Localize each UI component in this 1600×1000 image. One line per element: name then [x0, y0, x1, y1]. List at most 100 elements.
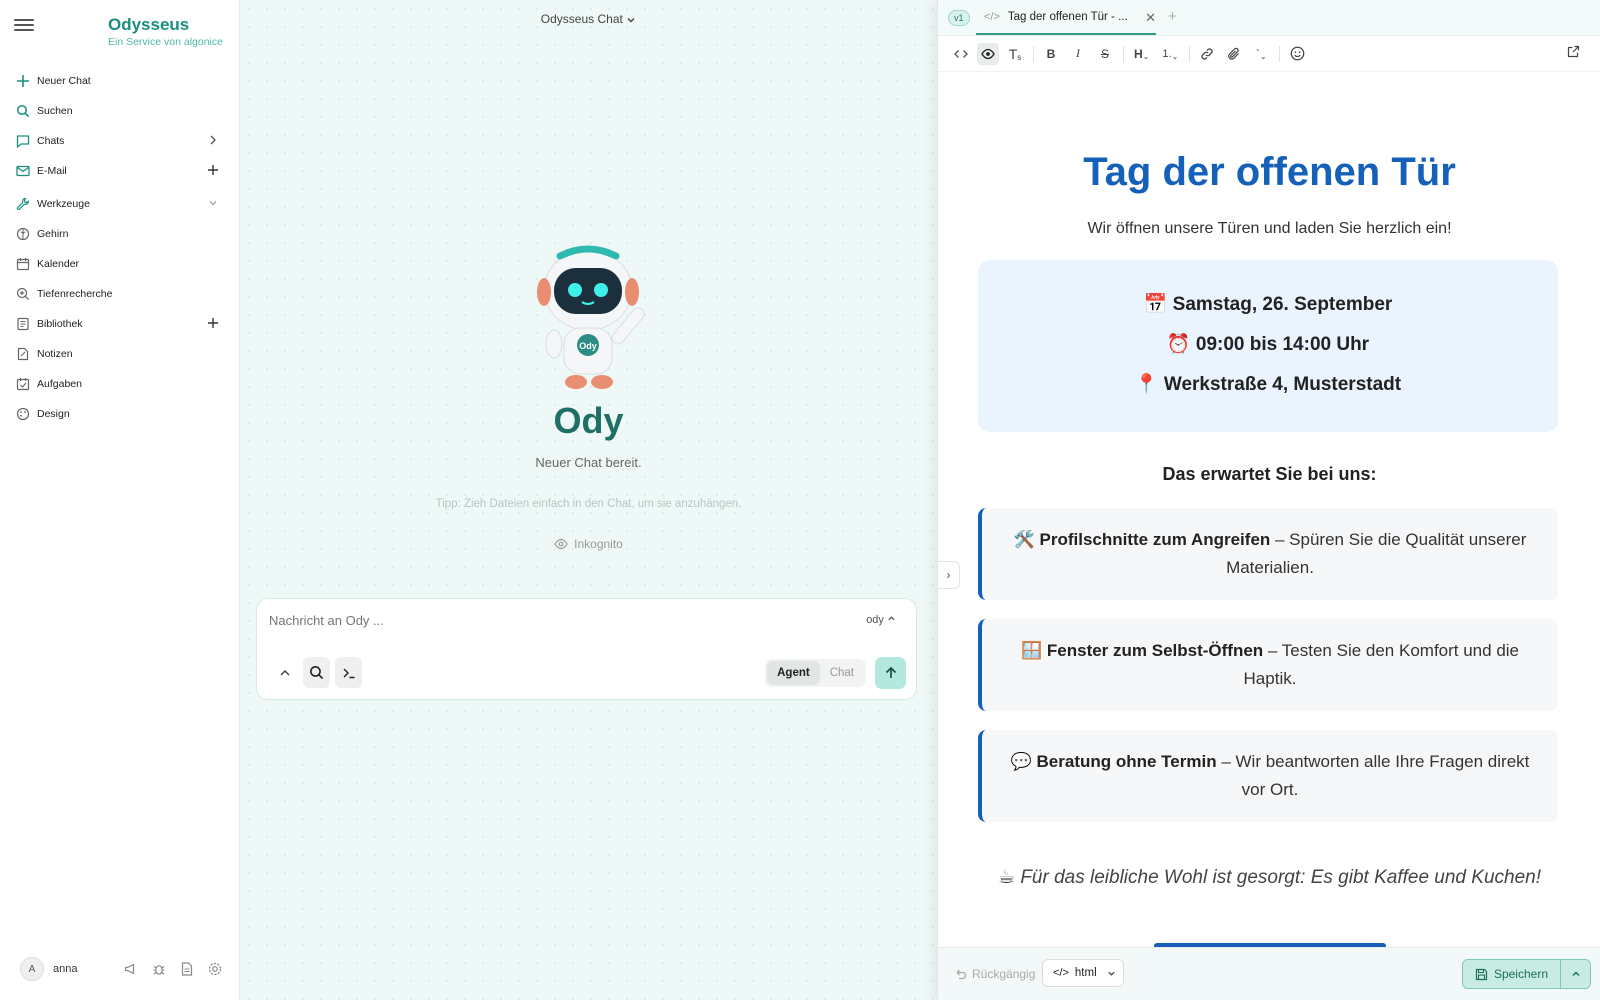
sidebar-item-email[interactable]: E-Mail [0, 156, 239, 186]
send-button[interactable] [875, 657, 906, 689]
pin-emoji-icon: 📍 [1134, 374, 1159, 395]
chevron-down-icon [627, 17, 635, 23]
chevron-down-icon [1107, 971, 1115, 976]
code-icon: </> [984, 10, 1000, 23]
link-icon[interactable] [1196, 43, 1218, 65]
sidebar-item-search[interactable]: Suchen [0, 96, 239, 126]
message-input[interactable] [269, 613, 809, 628]
hamburger-menu-icon[interactable] [14, 16, 34, 36]
code-icon: </> [1053, 967, 1069, 979]
feature-text: – Testen Sie den Komfort und die Haptik. [1243, 641, 1519, 688]
sidebar-item-deep-research[interactable]: Tiefenrecherche [0, 279, 239, 309]
event-info-box: 📅 Samstag, 26. September ⏰ 09:00 bis 14:… [978, 260, 1558, 432]
sidebar-item-label: Chats [37, 135, 65, 147]
save-button-group: Speichern [1461, 959, 1591, 989]
mode-agent-button[interactable]: Agent [767, 661, 820, 685]
sidebar-item-library[interactable]: Bibliothek [0, 309, 239, 339]
toolbar-divider [1123, 45, 1124, 62]
save-options-button[interactable] [1560, 960, 1590, 988]
chevron-up-icon [279, 669, 290, 676]
sidebar-item-tasks[interactable]: Aufgaben [0, 369, 239, 399]
undo-button[interactable]: Rückgängig [954, 967, 1035, 981]
collapse-panel-icon[interactable]: › [938, 561, 960, 589]
open-external-icon[interactable] [1567, 45, 1580, 63]
sidebar-item-notes[interactable]: Notizen [0, 339, 239, 369]
add-library-icon[interactable] [207, 317, 219, 331]
chat-bubble-icon [16, 134, 30, 148]
sidebar-item-label: Gehirn [37, 228, 69, 240]
brain-icon [16, 227, 30, 241]
megaphone-icon[interactable] [123, 961, 139, 977]
emoji-icon[interactable] [1286, 43, 1309, 65]
sidebar-item-label: Notizen [37, 348, 73, 360]
toolbar-divider [1279, 45, 1281, 62]
sidebar-item-chats[interactable]: Chats [0, 126, 239, 156]
language-selector[interactable]: </> html [1042, 959, 1124, 987]
sidebar: Odysseus Ein Service von algonice Neuer … [0, 0, 240, 1000]
feature-card: 🪟 Fenster zum Selbst-Öffnen – Testen Sie… [978, 619, 1558, 711]
document-title: Tag der offenen Tür [1083, 150, 1456, 194]
editor-bottom-bar: Rückgängig </> html Speichern [938, 947, 1600, 1000]
sidebar-item-tools[interactable]: Werkzeuge [0, 189, 239, 219]
feature-title: Beratung ohne Termin [1036, 752, 1217, 771]
document-tab[interactable]: </> Tag der offenen Tür - ... ✕ [976, 0, 1156, 35]
expand-options-button[interactable] [271, 657, 298, 688]
chat-title-dropdown[interactable]: Odysseus Chat [240, 12, 937, 26]
web-search-button[interactable] [303, 657, 330, 688]
document-icon[interactable] [179, 961, 195, 977]
save-label: Speichern [1493, 967, 1548, 981]
sidebar-item-label: Kalender [37, 258, 80, 270]
mode-chat-button[interactable]: Chat [820, 661, 864, 685]
list-icon[interactable]: 1. ⌄ [1158, 43, 1182, 65]
tasks-icon [16, 377, 30, 391]
toolbar-divider [1189, 45, 1191, 62]
bold-icon[interactable]: B [1040, 43, 1062, 65]
sidebar-item-design[interactable]: Design [0, 399, 239, 429]
preview-eye-icon[interactable] [977, 42, 999, 65]
brand: Odysseus Ein Service von algonice [108, 15, 223, 48]
arrow-up-icon [885, 666, 896, 678]
chevron-right-icon[interactable] [207, 134, 219, 148]
username[interactable]: anna [53, 963, 77, 975]
feature-text: – Wir beantworten alle Ihre Fragen direk… [1216, 752, 1530, 799]
event-address: 📍 Werkstraße 4, Musterstadt [978, 372, 1558, 396]
code-inline-icon[interactable]: ` ⌄ [1250, 43, 1272, 65]
catering-note-text: Für das leibliche Wohl ist gesorgt: Es g… [1020, 867, 1541, 888]
close-icon[interactable]: ✕ [1145, 10, 1156, 26]
add-email-icon[interactable] [207, 164, 219, 178]
document-preview: Tag der offenen Tür Wir öffnen unsere Tü… [938, 74, 1600, 947]
model-selector[interactable]: ody [866, 614, 896, 626]
heading-icon[interactable]: H ⌄ [1130, 43, 1153, 65]
bug-icon[interactable] [151, 961, 167, 977]
sidebar-item-new-chat[interactable]: Neuer Chat [0, 66, 239, 96]
code-view-icon[interactable] [950, 43, 972, 65]
save-button[interactable]: Speichern [1462, 960, 1560, 988]
palette-icon [16, 407, 30, 421]
feature-title: Profilschnitte zum Angreifen [1039, 530, 1271, 549]
brand-name: Odysseus [108, 15, 190, 34]
speech-bubble-emoji-icon: 💬 [1010, 752, 1032, 771]
text-style-icon[interactable]: Ts [1004, 43, 1026, 65]
gear-icon[interactable] [207, 961, 223, 977]
chevron-down-icon[interactable] [207, 197, 219, 211]
sidebar-item-calendar[interactable]: Kalender [0, 249, 239, 279]
sidebar-item-label: Tiefenrecherche [37, 288, 113, 300]
document-subtitle: Wir öffnen unsere Türen und laden Sie he… [1087, 220, 1452, 237]
calendar-icon [16, 257, 30, 271]
sidebar-item-brain[interactable]: Gehirn [0, 219, 239, 249]
sidebar-item-label: Design [37, 408, 70, 420]
terminal-button[interactable] [335, 657, 362, 688]
avatar[interactable]: A [20, 957, 44, 981]
strikethrough-icon[interactable]: S [1094, 43, 1116, 65]
incognito-toggle[interactable]: Inkognito [554, 537, 623, 551]
add-tab-icon[interactable]: + [1168, 8, 1177, 25]
note-icon [16, 347, 30, 361]
version-badge[interactable]: v1 [948, 10, 970, 26]
catering-note: ☕ Für das leibliche Wohl ist gesorgt: Es… [938, 866, 1600, 889]
sidebar-footer: A anna [20, 954, 223, 984]
undo-label: Rückgängig [972, 967, 1036, 981]
attachment-icon[interactable] [1223, 43, 1245, 65]
italic-icon[interactable]: I [1067, 43, 1089, 65]
feature-text: – Spüren Sie die Qualität unserer Materi… [1226, 530, 1527, 577]
chat-status: Neuer Chat bereit. [535, 455, 642, 470]
